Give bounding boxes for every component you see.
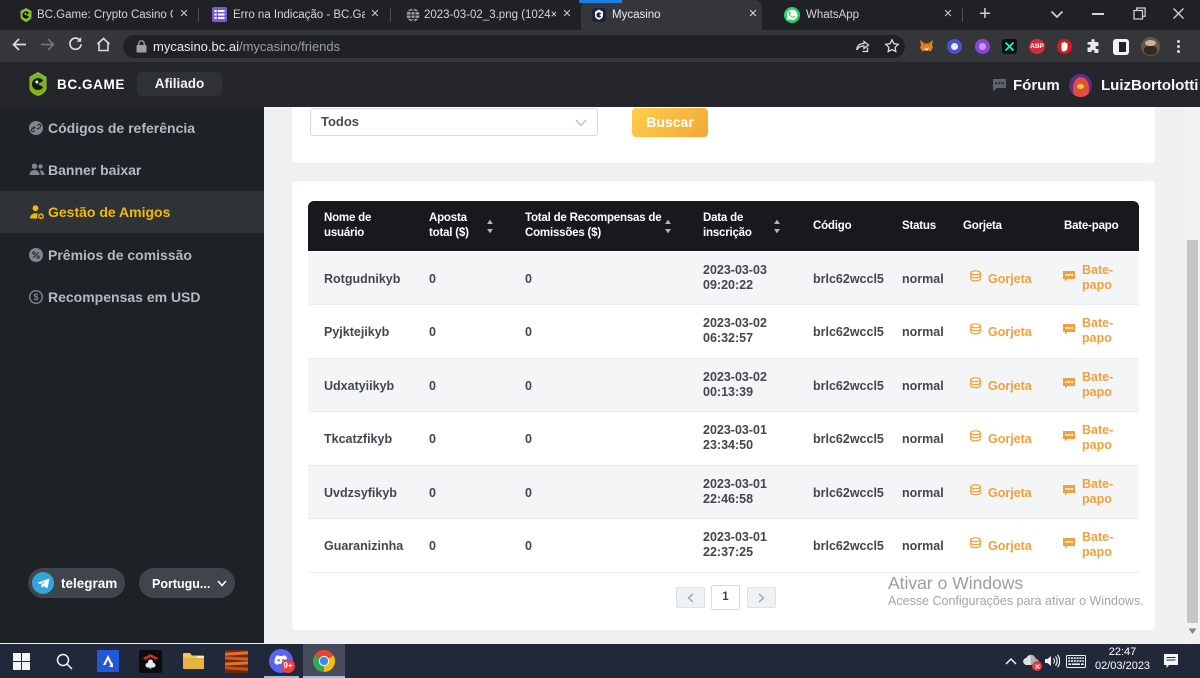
svg-text:$: $ — [33, 292, 38, 302]
